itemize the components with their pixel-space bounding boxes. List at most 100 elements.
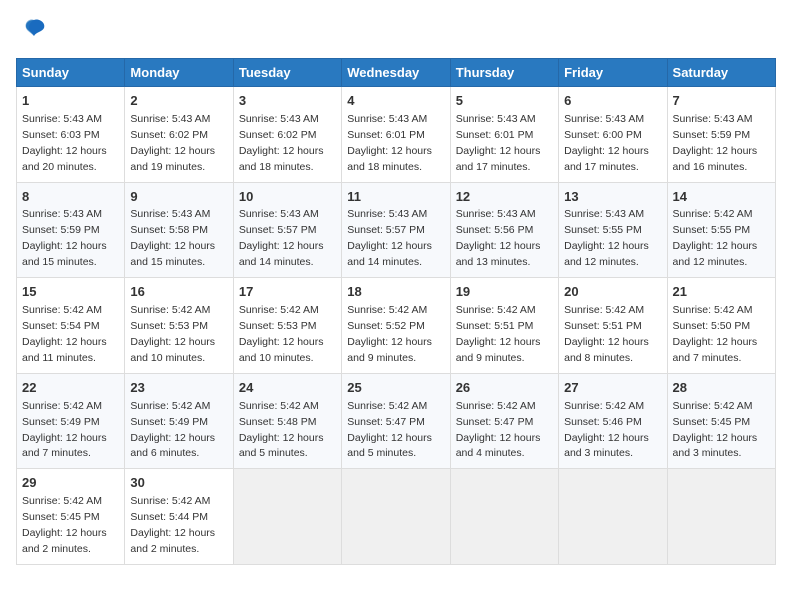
day-number: 16: [130, 283, 227, 302]
day-number: 11: [347, 188, 444, 207]
day-cell-11: 11Sunrise: 5:43 AMSunset: 5:57 PMDayligh…: [342, 182, 450, 278]
day-cell-25: 25Sunrise: 5:42 AMSunset: 5:47 PMDayligh…: [342, 373, 450, 469]
day-detail: Sunrise: 5:42 AMSunset: 5:48 PMDaylight:…: [239, 400, 324, 460]
week-row-1: 1 Sunrise: 5:43 AMSunset: 6:03 PMDaylight…: [17, 87, 776, 183]
day-cell-12: 12Sunrise: 5:43 AMSunset: 5:56 PMDayligh…: [450, 182, 558, 278]
logo: [16, 16, 48, 50]
page-header: [16, 16, 776, 50]
day-detail: Sunrise: 5:43 AMSunset: 6:02 PMDaylight:…: [130, 113, 215, 173]
day-detail: Sunrise: 5:42 AMSunset: 5:47 PMDaylight:…: [456, 400, 541, 460]
day-detail: Sunrise: 5:43 AMSunset: 5:56 PMDaylight:…: [456, 208, 541, 268]
day-cell-10: 10Sunrise: 5:43 AMSunset: 5:57 PMDayligh…: [233, 182, 341, 278]
day-detail: Sunrise: 5:43 AMSunset: 5:58 PMDaylight:…: [130, 208, 215, 268]
day-detail: Sunrise: 5:43 AMSunset: 5:59 PMDaylight:…: [673, 113, 758, 173]
day-cell-23: 23Sunrise: 5:42 AMSunset: 5:49 PMDayligh…: [125, 373, 233, 469]
empty-cell: [559, 469, 667, 565]
day-number: 1: [22, 92, 119, 111]
day-detail: Sunrise: 5:43 AMSunset: 5:57 PMDaylight:…: [239, 208, 324, 268]
col-header-sunday: Sunday: [17, 59, 125, 87]
day-number: 9: [130, 188, 227, 207]
day-cell-19: 19 Sunrise: 5:42 AMSunset: 5:51 PMDayligh…: [450, 278, 558, 374]
day-detail: Sunrise: 5:42 AMSunset: 5:44 PMDaylight:…: [130, 495, 215, 555]
day-detail: Sunrise: 5:42 AMSunset: 5:52 PMDaylight:…: [347, 304, 432, 364]
week-row-5: 29 Sunrise: 5:42 AMSunset: 5:45 PMDayligh…: [17, 469, 776, 565]
day-cell-3: 3Sunrise: 5:43 AMSunset: 6:02 PMDaylight…: [233, 87, 341, 183]
day-detail: Sunrise: 5:43 AMSunset: 6:01 PMDaylight:…: [347, 113, 432, 173]
header-row: SundayMondayTuesdayWednesdayThursdayFrid…: [17, 59, 776, 87]
day-detail: Sunrise: 5:42 AMSunset: 5:51 PMDaylight:…: [456, 304, 541, 364]
day-number: 15: [22, 283, 119, 302]
day-cell-1: 1 Sunrise: 5:43 AMSunset: 6:03 PMDaylight…: [17, 87, 125, 183]
calendar-table: SundayMondayTuesdayWednesdayThursdayFrid…: [16, 58, 776, 565]
day-number: 18: [347, 283, 444, 302]
day-detail: Sunrise: 5:42 AMSunset: 5:55 PMDaylight:…: [673, 208, 758, 268]
week-row-2: 8Sunrise: 5:43 AMSunset: 5:59 PMDaylight…: [17, 182, 776, 278]
day-number: 29: [22, 474, 119, 493]
day-number: 17: [239, 283, 336, 302]
day-number: 10: [239, 188, 336, 207]
col-header-wednesday: Wednesday: [342, 59, 450, 87]
day-detail: Sunrise: 5:43 AMSunset: 5:55 PMDaylight:…: [564, 208, 649, 268]
day-detail: Sunrise: 5:43 AMSunset: 5:59 PMDaylight:…: [22, 208, 107, 268]
day-cell-16: 16 Sunrise: 5:42 AMSunset: 5:53 PMDayligh…: [125, 278, 233, 374]
day-cell-2: 2Sunrise: 5:43 AMSunset: 6:02 PMDaylight…: [125, 87, 233, 183]
day-detail: Sunrise: 5:42 AMSunset: 5:51 PMDaylight:…: [564, 304, 649, 364]
week-row-4: 22 Sunrise: 5:42 AMSunset: 5:49 PMDayligh…: [17, 373, 776, 469]
empty-cell: [342, 469, 450, 565]
day-detail: Sunrise: 5:42 AMSunset: 5:53 PMDaylight:…: [130, 304, 215, 364]
day-cell-17: 17 Sunrise: 5:42 AMSunset: 5:53 PMDayligh…: [233, 278, 341, 374]
week-row-3: 15Sunrise: 5:42 AMSunset: 5:54 PMDayligh…: [17, 278, 776, 374]
day-number: 28: [673, 379, 770, 398]
day-cell-30: 30 Sunrise: 5:42 AMSunset: 5:44 PMDayligh…: [125, 469, 233, 565]
day-number: 20: [564, 283, 661, 302]
day-cell-26: 26 Sunrise: 5:42 AMSunset: 5:47 PMDayligh…: [450, 373, 558, 469]
day-number: 8: [22, 188, 119, 207]
day-detail: Sunrise: 5:43 AMSunset: 6:00 PMDaylight:…: [564, 113, 649, 173]
day-detail: Sunrise: 5:43 AMSunset: 5:57 PMDaylight:…: [347, 208, 432, 268]
day-cell-14: 14Sunrise: 5:42 AMSunset: 5:55 PMDayligh…: [667, 182, 775, 278]
day-number: 27: [564, 379, 661, 398]
day-cell-21: 21 Sunrise: 5:42 AMSunset: 5:50 PMDayligh…: [667, 278, 775, 374]
day-number: 30: [130, 474, 227, 493]
day-detail: Sunrise: 5:42 AMSunset: 5:50 PMDaylight:…: [673, 304, 758, 364]
day-number: 14: [673, 188, 770, 207]
day-number: 25: [347, 379, 444, 398]
day-cell-20: 20 Sunrise: 5:42 AMSunset: 5:51 PMDayligh…: [559, 278, 667, 374]
day-number: 5: [456, 92, 553, 111]
day-cell-18: 18 Sunrise: 5:42 AMSunset: 5:52 PMDayligh…: [342, 278, 450, 374]
day-number: 21: [673, 283, 770, 302]
day-cell-22: 22 Sunrise: 5:42 AMSunset: 5:49 PMDayligh…: [17, 373, 125, 469]
day-cell-15: 15Sunrise: 5:42 AMSunset: 5:54 PMDayligh…: [17, 278, 125, 374]
day-detail: Sunrise: 5:42 AMSunset: 5:53 PMDaylight:…: [239, 304, 324, 364]
day-detail: Sunrise: 5:42 AMSunset: 5:45 PMDaylight:…: [22, 495, 107, 555]
col-header-thursday: Thursday: [450, 59, 558, 87]
empty-cell: [450, 469, 558, 565]
day-cell-6: 6 Sunrise: 5:43 AMSunset: 6:00 PMDaylight…: [559, 87, 667, 183]
day-number: 6: [564, 92, 661, 111]
day-number: 26: [456, 379, 553, 398]
day-number: 23: [130, 379, 227, 398]
day-detail: Sunrise: 5:42 AMSunset: 5:46 PMDaylight:…: [564, 400, 649, 460]
day-cell-5: 5 Sunrise: 5:43 AMSunset: 6:01 PMDaylight…: [450, 87, 558, 183]
col-header-saturday: Saturday: [667, 59, 775, 87]
day-number: 19: [456, 283, 553, 302]
col-header-monday: Monday: [125, 59, 233, 87]
day-number: 4: [347, 92, 444, 111]
bird-icon: [20, 16, 48, 50]
day-detail: Sunrise: 5:42 AMSunset: 5:49 PMDaylight:…: [22, 400, 107, 460]
day-detail: Sunrise: 5:43 AMSunset: 6:01 PMDaylight:…: [456, 113, 541, 173]
day-cell-13: 13Sunrise: 5:43 AMSunset: 5:55 PMDayligh…: [559, 182, 667, 278]
day-cell-29: 29 Sunrise: 5:42 AMSunset: 5:45 PMDayligh…: [17, 469, 125, 565]
day-cell-4: 4 Sunrise: 5:43 AMSunset: 6:01 PMDaylight…: [342, 87, 450, 183]
day-detail: Sunrise: 5:42 AMSunset: 5:45 PMDaylight:…: [673, 400, 758, 460]
col-header-tuesday: Tuesday: [233, 59, 341, 87]
day-number: 22: [22, 379, 119, 398]
day-cell-24: 24 Sunrise: 5:42 AMSunset: 5:48 PMDayligh…: [233, 373, 341, 469]
empty-cell: [667, 469, 775, 565]
day-number: 24: [239, 379, 336, 398]
day-cell-9: 9Sunrise: 5:43 AMSunset: 5:58 PMDaylight…: [125, 182, 233, 278]
day-detail: Sunrise: 5:43 AMSunset: 6:03 PMDaylight:…: [22, 113, 107, 173]
day-detail: Sunrise: 5:43 AMSunset: 6:02 PMDaylight:…: [239, 113, 324, 173]
empty-cell: [233, 469, 341, 565]
day-number: 12: [456, 188, 553, 207]
